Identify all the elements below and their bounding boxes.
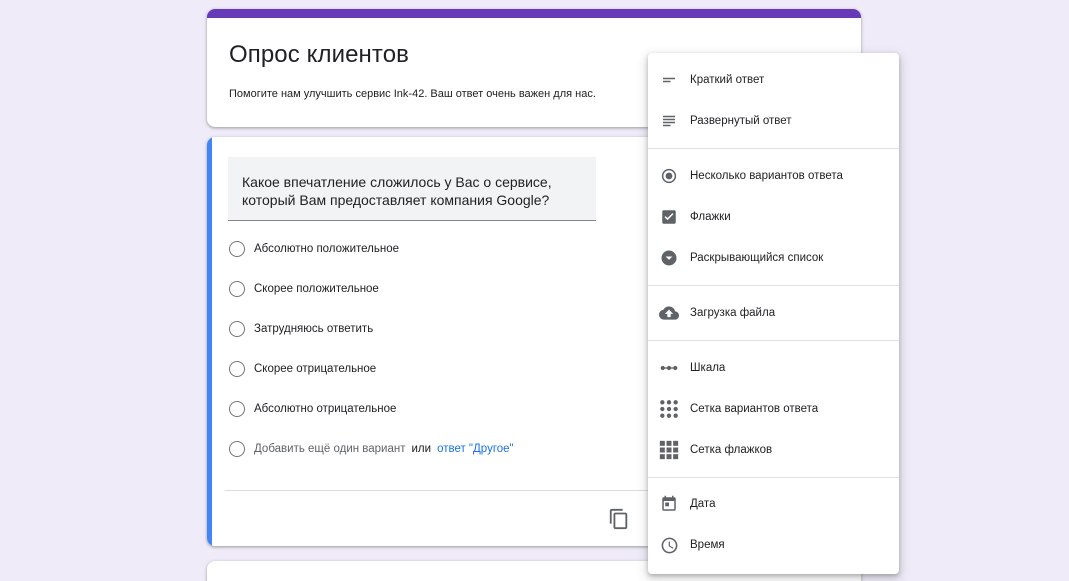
radio-circle-icon xyxy=(229,241,245,257)
menu-item-linear-scale[interactable]: Шкала xyxy=(648,348,899,388)
radio-circle-icon xyxy=(229,401,245,417)
menu-item-label: Несколько вариантов ответа xyxy=(690,170,843,182)
form-title[interactable]: Опрос клиентов xyxy=(229,41,409,69)
add-option-link[interactable]: Добавить ещё один вариант xyxy=(254,443,406,455)
radio-circle-icon xyxy=(229,321,245,337)
clock-icon xyxy=(659,535,679,555)
header-accent-bar xyxy=(207,9,861,18)
menu-divider xyxy=(648,340,899,341)
option-row[interactable]: Затрудняюсь ответить xyxy=(229,319,373,339)
option-row[interactable]: Скорее отрицательное xyxy=(229,359,376,379)
menu-item-label: Шкала xyxy=(690,362,726,374)
or-text: или xyxy=(411,443,432,455)
menu-item-paragraph[interactable]: Развернутый ответ xyxy=(648,101,899,141)
menu-item-multiple-choice[interactable]: Несколько вариантов ответа xyxy=(648,156,899,196)
question-title-text: Какое впечатление сложилось у Вас о серв… xyxy=(242,174,552,208)
menu-item-label: Флажки xyxy=(690,211,731,223)
calendar-icon xyxy=(659,494,679,514)
option-label[interactable]: Скорее отрицательное xyxy=(254,363,376,375)
menu-item-label: Дата xyxy=(690,498,716,510)
cloud-upload-icon xyxy=(659,303,679,323)
menu-item-dropdown[interactable]: Раскрывающийся список xyxy=(648,238,899,278)
menu-divider xyxy=(648,148,899,149)
radio-circle-icon xyxy=(229,281,245,297)
menu-item-choice-grid[interactable]: Сетка вариантов ответа xyxy=(648,389,899,429)
question-type-menu: Краткий ответ Развернутый ответ Нескольк… xyxy=(648,53,899,574)
checkbox-grid-icon xyxy=(659,440,679,460)
option-row[interactable]: Скорее положительное xyxy=(229,279,379,299)
menu-item-label: Сетка вариантов ответа xyxy=(690,403,819,415)
menu-item-label: Раскрывающийся список xyxy=(690,252,824,264)
menu-item-file-upload[interactable]: Загрузка файла xyxy=(648,293,899,333)
radio-button-icon xyxy=(659,166,679,186)
add-option-row: Добавить ещё один вариант или ответ "Дру… xyxy=(229,439,514,459)
menu-item-short-answer[interactable]: Краткий ответ xyxy=(648,60,899,100)
question-title-field[interactable]: Какое впечатление сложилось у Вас о серв… xyxy=(228,157,596,221)
form-description[interactable]: Помогите нам улучшить сервис Ink-42. Ваш… xyxy=(229,88,596,100)
menu-divider xyxy=(648,285,899,286)
checkbox-icon xyxy=(659,207,679,227)
menu-item-label: Краткий ответ xyxy=(690,74,765,86)
option-label[interactable]: Абсолютно отрицательное xyxy=(254,403,396,415)
menu-item-label: Загрузка файла xyxy=(690,307,776,319)
menu-item-label: Время xyxy=(690,539,725,551)
menu-divider xyxy=(648,477,899,478)
add-other-link[interactable]: ответ "Другое" xyxy=(437,443,514,455)
multiple-choice-grid-icon xyxy=(659,399,679,419)
menu-item-checkboxes[interactable]: Флажки xyxy=(648,197,899,237)
menu-item-checkbox-grid[interactable]: Сетка флажков xyxy=(648,430,899,470)
short-answer-icon xyxy=(659,70,679,90)
active-question-indicator xyxy=(207,137,212,546)
radio-circle-icon xyxy=(229,441,245,457)
option-label[interactable]: Затрудняюсь ответить xyxy=(254,323,373,335)
radio-circle-icon xyxy=(229,361,245,377)
option-row[interactable]: Абсолютно отрицательное xyxy=(229,399,396,419)
option-label[interactable]: Скорее положительное xyxy=(254,283,379,295)
option-label[interactable]: Абсолютно положительное xyxy=(254,243,399,255)
dropdown-icon xyxy=(659,248,679,268)
option-row[interactable]: Абсолютно положительное xyxy=(229,239,399,259)
duplicate-icon[interactable] xyxy=(608,508,630,530)
paragraph-icon xyxy=(659,111,679,131)
menu-item-time[interactable]: Время xyxy=(648,525,899,565)
menu-item-label: Развернутый ответ xyxy=(690,115,792,127)
menu-item-label: Сетка флажков xyxy=(690,444,773,456)
linear-scale-icon xyxy=(659,358,679,378)
menu-item-date[interactable]: Дата xyxy=(648,484,899,524)
